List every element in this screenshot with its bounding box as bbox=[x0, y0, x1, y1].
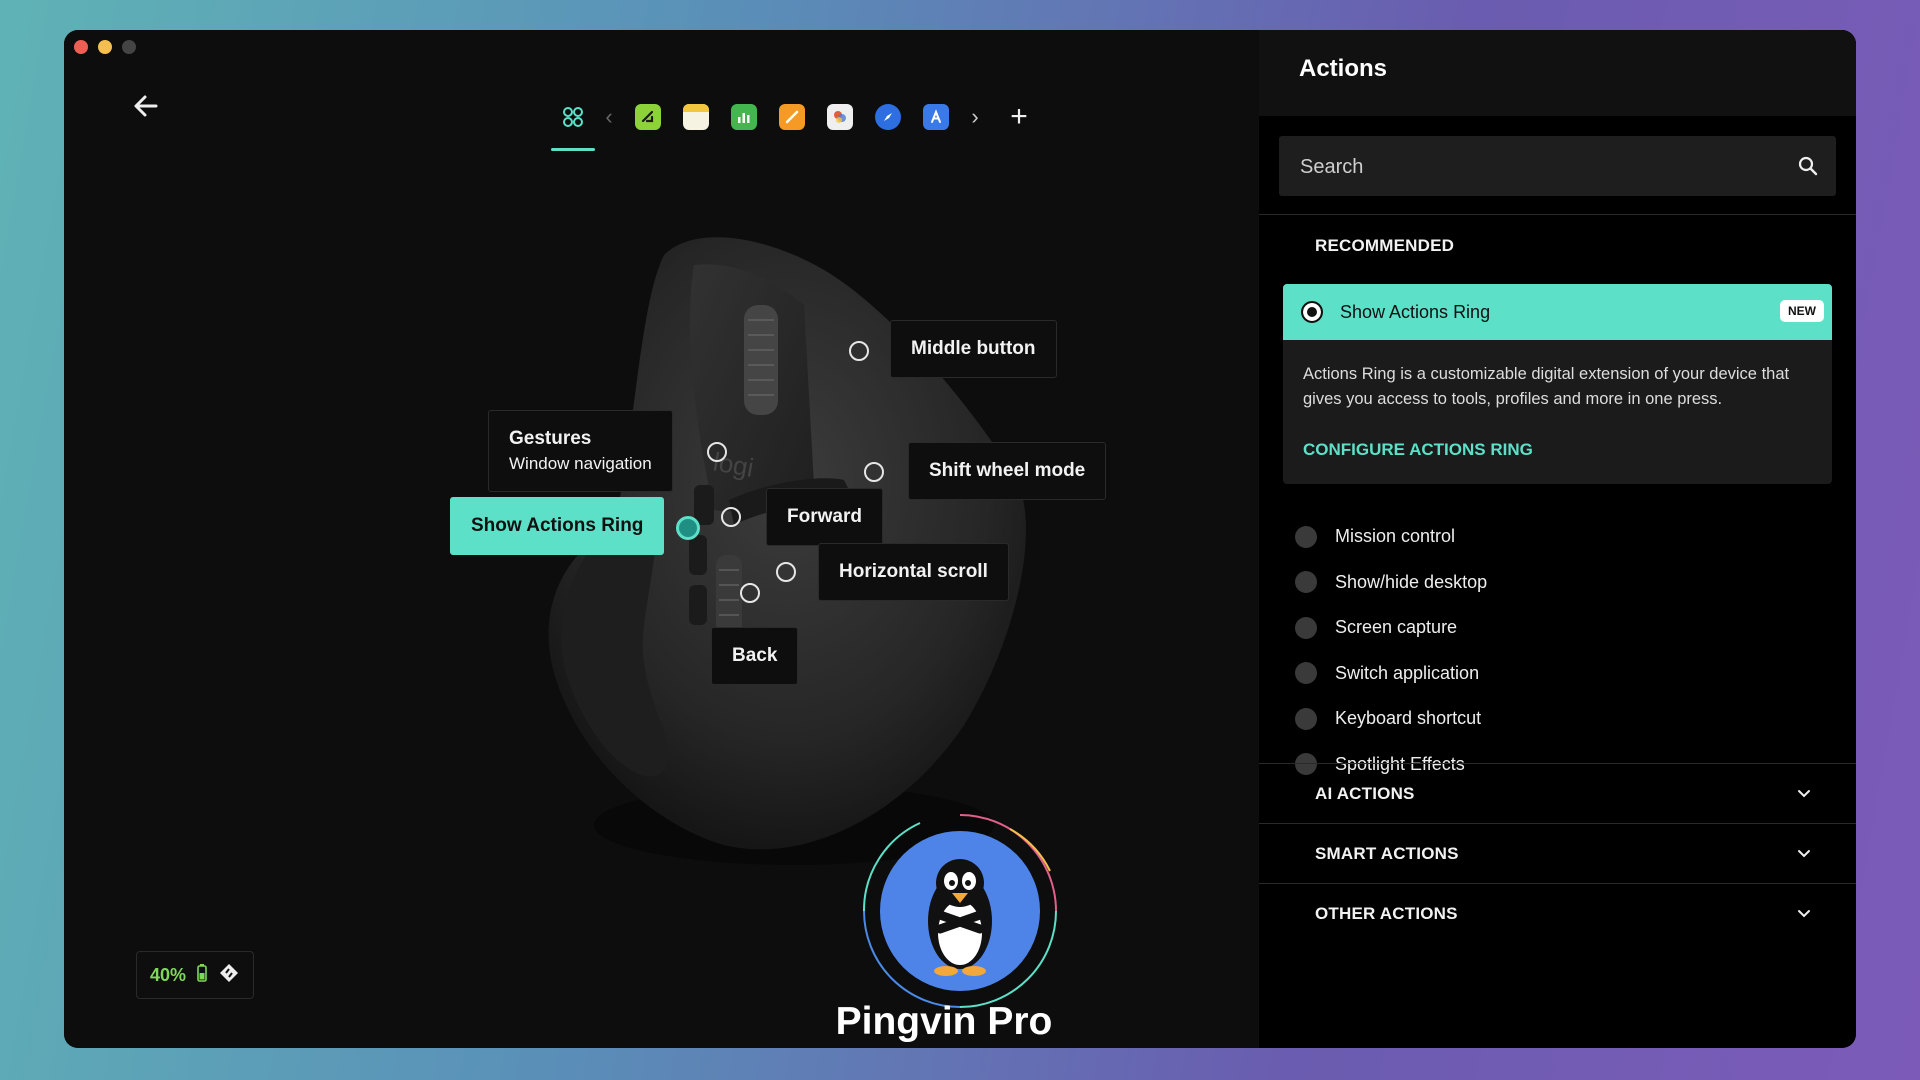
radio-icon[interactable] bbox=[1295, 571, 1317, 594]
action-label: Show/hide desktop bbox=[1335, 571, 1488, 592]
other-actions-section[interactable]: OTHER ACTIONS bbox=[1259, 884, 1856, 944]
horizontal-scroll-label[interactable]: Horizontal scroll bbox=[818, 543, 1009, 601]
minimize-window-button[interactable] bbox=[98, 40, 112, 54]
app-numbers-icon[interactable] bbox=[731, 104, 757, 130]
search-input[interactable] bbox=[1298, 136, 1782, 198]
close-window-button[interactable] bbox=[74, 40, 88, 54]
actions-panel: Actions RECOMMENDED Show Actions Ring NE… bbox=[1259, 30, 1856, 1048]
show-actions-ring-option[interactable]: Show Actions Ring NEW bbox=[1283, 284, 1832, 340]
forward-button-marker[interactable] bbox=[721, 507, 741, 527]
radio-icon[interactable] bbox=[1295, 707, 1317, 730]
action-label: Mission control bbox=[1335, 526, 1456, 547]
forward-button-label[interactable]: Forward bbox=[766, 488, 883, 546]
back-button-label[interactable]: Back bbox=[711, 627, 799, 685]
app-safari-icon[interactable] bbox=[875, 104, 901, 130]
action-list: Mission control Show/hide desktop Screen… bbox=[1295, 514, 1487, 787]
battery-status: 40% bbox=[136, 951, 254, 999]
radio-selected-icon[interactable] bbox=[1301, 301, 1323, 323]
back-button-marker[interactable] bbox=[740, 583, 760, 603]
gestures-button-marker[interactable] bbox=[707, 442, 727, 462]
chevron-down-icon[interactable] bbox=[1796, 906, 1812, 927]
radio-icon[interactable] bbox=[1295, 616, 1317, 639]
scroll-apps-right-icon[interactable]: › bbox=[960, 104, 990, 130]
chevron-down-icon[interactable] bbox=[1796, 786, 1812, 807]
action-switch-application[interactable]: Switch application bbox=[1295, 651, 1487, 697]
action-label: Switch application bbox=[1335, 662, 1480, 683]
search-box bbox=[1279, 136, 1836, 198]
profile-avatar[interactable] bbox=[860, 811, 1060, 1011]
smart-actions-section[interactable]: SMART ACTIONS bbox=[1259, 824, 1856, 884]
section-title: OTHER ACTIONS bbox=[1315, 904, 1458, 923]
chevron-down-icon[interactable] bbox=[1796, 846, 1812, 867]
show-actions-ring-label[interactable]: Show Actions Ring bbox=[450, 497, 665, 555]
actions-ring-marker[interactable] bbox=[676, 516, 700, 540]
battery-percent: 40% bbox=[149, 964, 187, 985]
app-window: ‹ › + logi Middle button Gestures Window… bbox=[64, 30, 1856, 1048]
back-text: Back bbox=[732, 645, 778, 666]
action-screen-capture[interactable]: Screen capture bbox=[1295, 605, 1487, 651]
search-icon[interactable] bbox=[1798, 156, 1818, 181]
section-title: AI ACTIONS bbox=[1315, 784, 1415, 803]
actions-title: Actions bbox=[1299, 55, 1388, 82]
profile-name: Pingvin Pro bbox=[835, 1000, 1053, 1043]
gestures-title: Gestures bbox=[509, 428, 592, 449]
recommended-action-label: Show Actions Ring bbox=[1340, 301, 1491, 322]
radio-icon[interactable] bbox=[1295, 662, 1317, 685]
recommended-header: RECOMMENDED bbox=[1315, 236, 1455, 255]
app-feedly-icon[interactable] bbox=[635, 104, 661, 130]
zoom-window-button[interactable] bbox=[122, 40, 136, 54]
shift-wheel-mode-text: Shift wheel mode bbox=[929, 460, 1086, 481]
shift-wheel-marker[interactable] bbox=[864, 462, 884, 482]
show-actions-ring-text: Show Actions Ring bbox=[471, 515, 644, 536]
app-store-icon[interactable] bbox=[923, 104, 949, 130]
scroll-apps-left-icon[interactable]: ‹ bbox=[594, 104, 624, 130]
divider bbox=[1259, 214, 1856, 215]
back-arrow-icon[interactable] bbox=[126, 86, 166, 126]
middle-button-text: Middle button bbox=[911, 338, 1036, 359]
new-badge: NEW bbox=[1780, 300, 1824, 322]
section-title: SMART ACTIONS bbox=[1315, 844, 1459, 863]
horizontal-scroll-text: Horizontal scroll bbox=[839, 561, 988, 582]
add-application-icon[interactable]: + bbox=[1004, 102, 1034, 132]
app-notes-icon[interactable] bbox=[683, 104, 709, 130]
recommended-action-card[interactable]: Show Actions Ring NEW Actions Ring is a … bbox=[1283, 284, 1832, 484]
forward-text: Forward bbox=[787, 506, 862, 527]
action-mission-control[interactable]: Mission control bbox=[1295, 514, 1487, 560]
all-applications-icon[interactable] bbox=[551, 97, 595, 151]
battery-icon bbox=[196, 963, 208, 988]
radio-icon[interactable] bbox=[1295, 525, 1317, 548]
ai-actions-section[interactable]: AI ACTIONS bbox=[1259, 764, 1856, 824]
middle-button-label[interactable]: Middle button bbox=[890, 320, 1057, 378]
device-pane: ‹ › + logi Middle button Gestures Window… bbox=[64, 30, 1259, 1048]
recommended-description: Actions Ring is a customizable digital e… bbox=[1303, 365, 1790, 408]
application-bar: ‹ › + bbox=[551, 82, 1034, 152]
app-photo-icon[interactable] bbox=[827, 104, 853, 130]
shift-wheel-mode-label[interactable]: Shift wheel mode bbox=[908, 442, 1107, 500]
configure-actions-ring-link[interactable]: CONFIGURE ACTIONS RING bbox=[1303, 440, 1533, 460]
action-show-hide-desktop[interactable]: Show/hide desktop bbox=[1295, 560, 1487, 606]
horizontal-scroll-marker[interactable] bbox=[776, 562, 796, 582]
window-controls bbox=[74, 40, 136, 54]
action-label: Screen capture bbox=[1335, 617, 1458, 638]
action-keyboard-shortcut[interactable]: Keyboard shortcut bbox=[1295, 696, 1487, 742]
middle-button-marker[interactable] bbox=[849, 341, 869, 361]
easy-switch-icon bbox=[218, 962, 240, 989]
gestures-subtitle: Window navigation bbox=[509, 454, 652, 473]
app-pages-icon[interactable] bbox=[779, 104, 805, 130]
gestures-button-label[interactable]: Gestures Window navigation bbox=[488, 410, 673, 492]
action-label: Keyboard shortcut bbox=[1335, 708, 1482, 729]
